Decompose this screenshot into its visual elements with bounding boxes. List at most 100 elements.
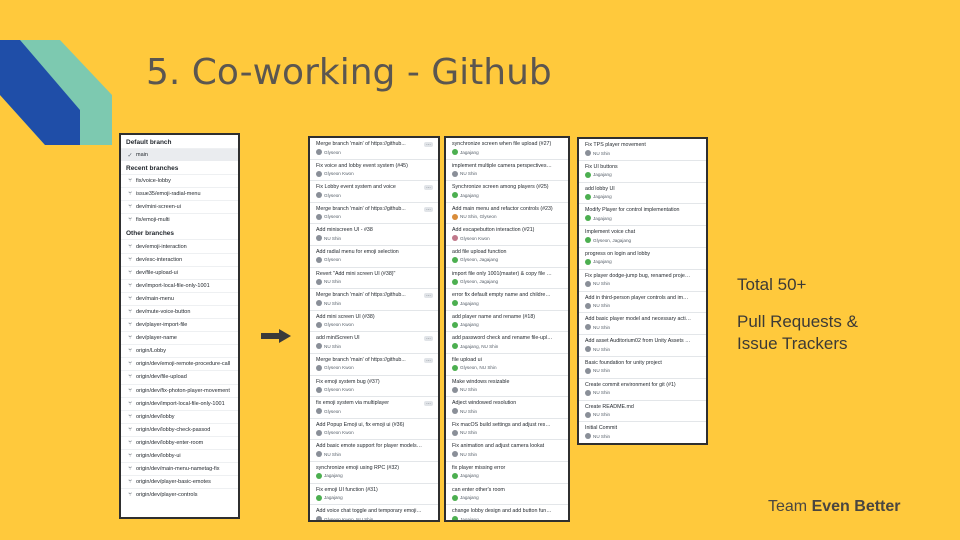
commit-row[interactable]: Create commit environment for git (#1) NU… (579, 379, 706, 401)
commit-title[interactable]: synchronize screen when file upload (#27… (452, 140, 563, 148)
expand-ellipsis-button[interactable]: … (424, 336, 433, 342)
branch-item[interactable]: ⑂ origin/dev/emoji-remote-procedure-call (121, 357, 238, 370)
commit-row[interactable]: Adject windowed resolution NU Shin (446, 397, 568, 419)
commit-row[interactable]: progress on login and lobby Jagajang (579, 248, 706, 270)
commit-row[interactable]: Modify Player for control implementation… (579, 204, 706, 227)
commit-row[interactable]: Add voice chat toggle and temporary emoj… (310, 505, 438, 520)
commit-title[interactable]: progress on login and lobby (585, 250, 701, 258)
commit-row[interactable]: Fix macOS build settings and adjust reso… (446, 419, 568, 441)
branch-item[interactable]: ⑂ dev/player-import-file (121, 318, 238, 331)
branch-item[interactable]: ⑂ issue35/emoji-radial-menu (121, 187, 238, 200)
branch-item[interactable]: ⑂ dev/esc-interaction (121, 252, 238, 266)
commit-row[interactable]: add file upload function Glyseon, Jagajan… (446, 246, 568, 268)
commit-title[interactable]: Create commit environment for git (#1) (585, 381, 701, 389)
commit-title[interactable]: implement multiple camera perspectives (… (452, 162, 563, 170)
commit-title[interactable]: Initial Commit (585, 424, 701, 432)
commit-row[interactable]: change lobby design and add button funct… (446, 505, 568, 520)
commit-title[interactable]: file upload ui (452, 356, 563, 364)
branch-item[interactable]: ⑂ origin/dev/main-menu-nametag-fix (121, 462, 238, 475)
commit-title[interactable]: Create README.md (585, 403, 701, 411)
commit-title[interactable]: Add miniscreen UI - #38 (316, 226, 433, 234)
branch-item[interactable]: ⑂ dev/emoji-interaction (121, 239, 238, 252)
commit-row[interactable]: Fix Lobby event system and voice Glyseon… (310, 181, 438, 203)
commit-title[interactable]: Fix UI buttons (585, 163, 701, 171)
commit-title[interactable]: Fix Lobby event system and voice (316, 183, 433, 191)
commit-title[interactable]: Add basic emote support for player model… (316, 442, 433, 450)
commit-row[interactable]: Add asset Auditorium02 from Unity Assets… (579, 335, 706, 357)
commit-row[interactable]: Add mini screen UI (#38) Glyseon Kwon (310, 311, 438, 333)
commit-title[interactable]: Make windows resizable (452, 378, 563, 386)
commit-row[interactable]: import file only 1001(master) & copy fil… (446, 268, 568, 290)
commit-row[interactable]: Fix animation and adjust camera lookat NU… (446, 440, 568, 462)
commit-title[interactable]: Merge branch 'main' of https://github... (316, 140, 433, 148)
commit-title[interactable]: add password check and rename file-uploa… (452, 334, 563, 342)
commit-row[interactable]: Fix emoji system bug (#37) Glyseon Kwon (310, 376, 438, 398)
commit-title[interactable]: Fix emoji UI function (#31) (316, 486, 433, 494)
commit-row[interactable]: Add in third-person player controls and … (579, 292, 706, 314)
branch-item[interactable]: ⑂ origin/dev/player-controls (121, 488, 238, 501)
commit-title[interactable]: Synchronize screen among players (#25) (452, 183, 563, 191)
commit-title[interactable]: Basic foundation for unity project (585, 359, 701, 367)
commit-title[interactable]: add lobby UI (585, 185, 701, 193)
branch-item[interactable]: ⑂ fix/voice-lobby (121, 174, 238, 187)
commit-title[interactable]: add miniScreen UI (316, 334, 433, 342)
commit-row[interactable]: Fix voice and lobby event system (#45) Gl… (310, 160, 438, 182)
commit-title[interactable]: Add Popup Emoji ui, fix emoji ui (#36) (316, 421, 433, 429)
commit-title[interactable]: Merge branch 'main' of https://github... (316, 205, 433, 213)
commit-row[interactable]: error fix default empty name and childre… (446, 289, 568, 311)
commit-row[interactable]: Fix emoji UI function (#31) Jagajang (310, 484, 438, 506)
commit-title[interactable]: Adject windowed resolution (452, 399, 563, 407)
branch-item[interactable]: ⑂ dev/mini-screen-ui (121, 200, 238, 213)
expand-ellipsis-button[interactable]: … (424, 357, 433, 363)
commit-title[interactable]: Fix animation and adjust camera lookat (452, 442, 563, 450)
commit-row[interactable]: Add escapebutton interaction (#21) Glyseo… (446, 224, 568, 246)
commit-title[interactable]: synchronize emoji using RPC (#32) (316, 464, 433, 472)
commit-row[interactable]: add password check and rename file-uploa… (446, 332, 568, 354)
commit-title[interactable]: Fix emoji system bug (#37) (316, 378, 433, 386)
branch-item[interactable]: ⑂ origin/dev/fix-photon-player-movement (121, 383, 238, 397)
branch-item[interactable]: ⑂ dev/main-menu (121, 291, 238, 305)
commit-row[interactable]: Merge branch 'main' of https://github...… (310, 354, 438, 376)
commit-row[interactable]: Add basic player model and necessary act… (579, 313, 706, 336)
branch-item[interactable]: ⑂ origin/dev/lobby-check-passod (121, 422, 238, 436)
commit-row[interactable]: Synchronize screen among players (#25) Ja… (446, 181, 568, 203)
branch-item[interactable]: ⑂ origin/dev/lobby-ui (121, 448, 238, 462)
commit-title[interactable]: fix emoji system via multiplayer (316, 399, 433, 407)
commit-row[interactable]: Add radial menu for emoji selection Glyse… (310, 246, 438, 268)
commit-row[interactable]: file upload ui Glyseon, NU Shin (446, 354, 568, 376)
commit-row[interactable]: Add main menu and refactor controls (#23… (446, 203, 568, 225)
commit-row[interactable]: Add basic emote support for player model… (310, 440, 438, 462)
commit-title[interactable]: Add asset Auditorium02 from Unity Assets… (585, 337, 701, 345)
commit-title[interactable]: Fix player dodge-jump bug, renamed proje… (585, 272, 701, 280)
branch-item[interactable]: ⑂ origin/dev/file-upload (121, 370, 238, 383)
commit-title[interactable]: Merge branch 'main' of https://github... (316, 291, 433, 299)
commit-title[interactable]: Fix macOS build settings and adjust reso… (452, 421, 563, 429)
commit-row[interactable]: Fix player dodge-jump bug, renamed proje… (579, 270, 706, 292)
commit-row[interactable]: Initial Commit NU Shin (579, 422, 706, 443)
commit-row[interactable]: can enter other's room Jagajang (446, 484, 568, 506)
commit-row[interactable]: Revert "Add mini screen UI (#38)" NU Shin (310, 268, 438, 290)
branch-item[interactable]: ⑂ origin/dev/lobby (121, 409, 238, 423)
branch-item[interactable]: ⑂ dev/player-name (121, 331, 238, 344)
commit-title[interactable]: Revert "Add mini screen UI (#38)" (316, 270, 433, 278)
commit-row[interactable]: Make windows resizable NU Shin (446, 376, 568, 398)
commit-title[interactable]: Merge branch 'main' of https://github... (316, 356, 433, 364)
commit-row[interactable]: Merge branch 'main' of https://github...… (310, 289, 438, 311)
commit-row[interactable]: synchronize screen when file upload (#27… (446, 138, 568, 160)
branch-item[interactable]: ⑂ origin/Lobby (121, 344, 238, 357)
branch-item[interactable]: ⑂ origin/dev/player-basic-emotes (121, 475, 238, 488)
commit-row[interactable]: fix player missing error Jagajang (446, 462, 568, 484)
commit-title[interactable]: error fix default empty name and childre… (452, 291, 563, 299)
expand-ellipsis-button[interactable]: … (424, 142, 433, 147)
expand-ellipsis-button[interactable]: … (424, 293, 433, 299)
expand-ellipsis-button[interactable]: … (424, 185, 433, 191)
commit-title[interactable]: change lobby design and add button funct… (452, 507, 563, 515)
branch-item[interactable]: ⑂ origin/dev/lobby-enter-room (121, 435, 238, 449)
commit-row[interactable]: add lobby UI Jagajang (579, 183, 706, 205)
commit-title[interactable]: Add escapebutton interaction (#21) (452, 226, 563, 234)
commit-row[interactable]: Fix UI buttons Jagajang (579, 161, 706, 183)
commit-row[interactable]: Merge branch 'main' of https://github...… (310, 138, 438, 160)
commit-row[interactable]: Merge branch 'main' of https://github...… (310, 203, 438, 225)
commit-title[interactable]: Add mini screen UI (#38) (316, 313, 433, 321)
commit-row[interactable]: Basic foundation for unity project NU Shi… (579, 357, 706, 379)
